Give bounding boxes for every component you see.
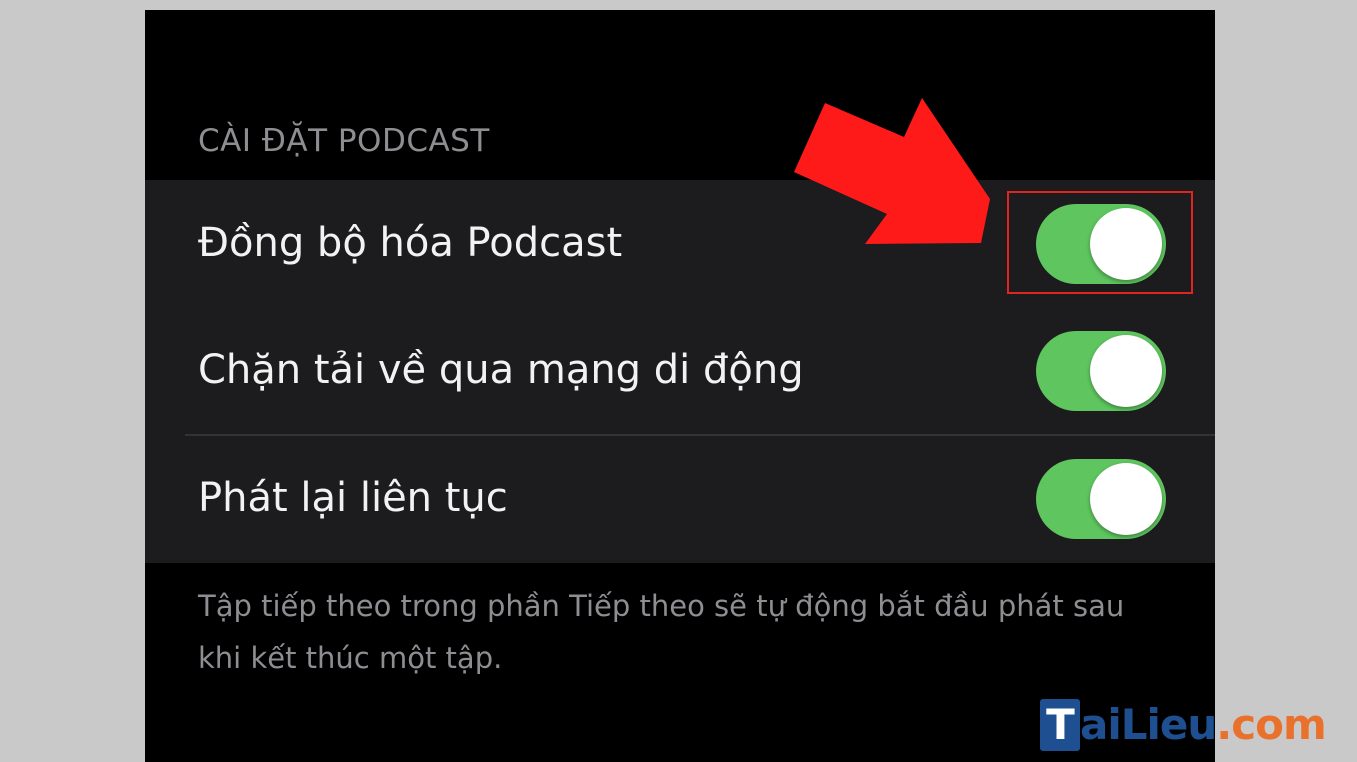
watermark-ai: ai bbox=[1080, 700, 1122, 749]
watermark-lieu: Lieu bbox=[1120, 700, 1218, 749]
tailieu-watermark-logo: TaiLieu.com bbox=[1040, 697, 1327, 753]
arrow-shape bbox=[794, 98, 990, 244]
watermark-com: .com bbox=[1216, 700, 1326, 749]
watermark-t: T bbox=[1040, 699, 1080, 751]
settings-screen: CÀI ĐẶT PODCAST Đồng bộ hóa Podcast Chặn… bbox=[145, 10, 1215, 762]
red-arrow-icon bbox=[794, 98, 990, 244]
